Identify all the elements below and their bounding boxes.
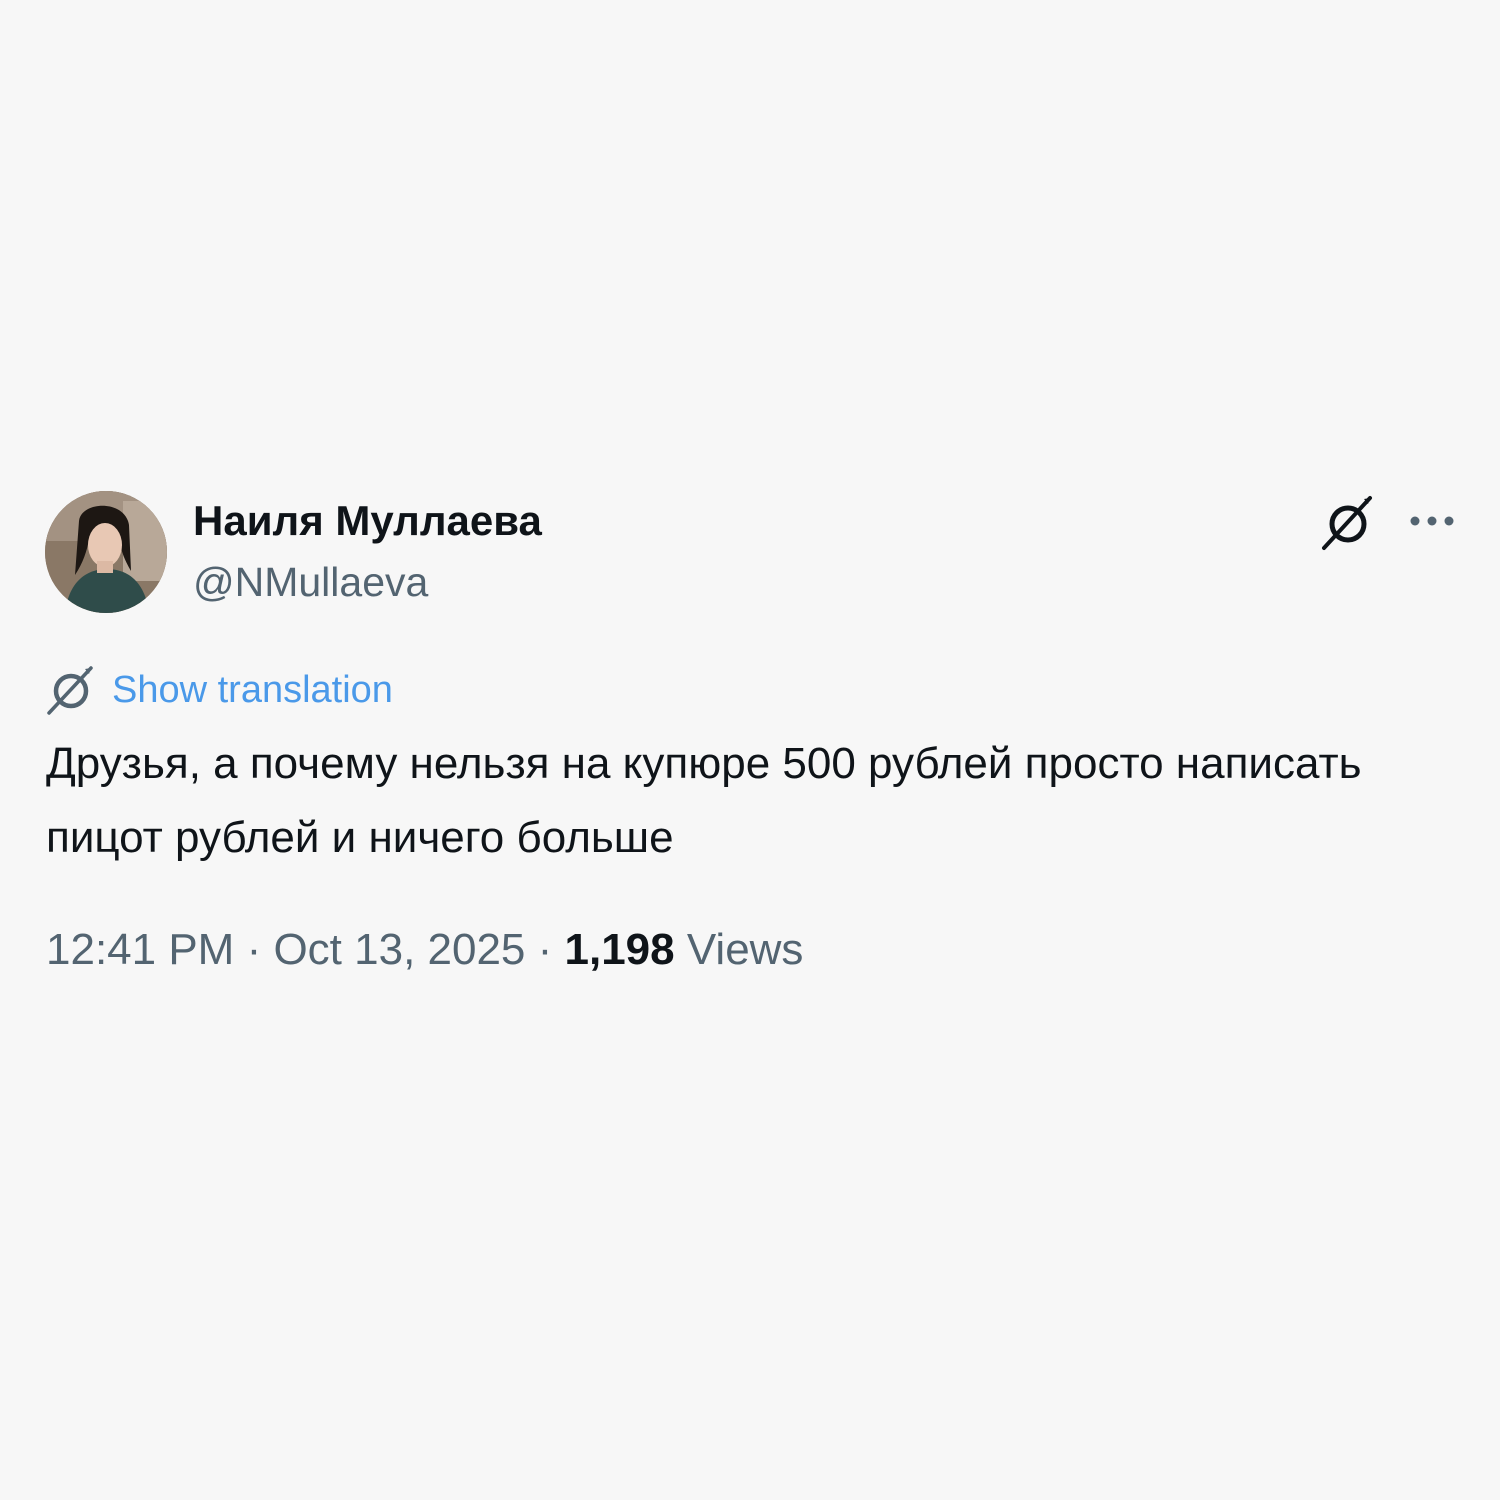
views-label: Views <box>686 925 804 974</box>
avatar[interactable] <box>45 491 167 613</box>
tweet-text: Друзья, а почему нельзя на купюре 500 ру… <box>46 739 1362 862</box>
tweet-time[interactable]: 12:41 PM <box>46 925 234 974</box>
tweet-meta: 12:41 PM · Oct 13, 2025 · 1,198 Views <box>46 922 803 978</box>
profile-photo-icon <box>45 491 167 613</box>
show-translation-link[interactable]: Show translation <box>46 664 393 716</box>
author-handle[interactable]: @NMullaeva <box>193 557 428 607</box>
author-display-name[interactable]: Наиля Муллаева <box>193 496 542 546</box>
tweet-date[interactable]: Oct 13, 2025 <box>273 925 525 974</box>
meta-separator: · <box>525 925 565 974</box>
grok-icon <box>46 664 98 716</box>
grok-icon <box>1322 496 1372 550</box>
tweet-card: Наиля Муллаева @NMullaeva Show translati… <box>0 0 1500 1500</box>
more-options-button[interactable] <box>1404 500 1460 542</box>
more-horizontal-icon <box>1410 516 1454 526</box>
show-translation-label: Show translation <box>112 669 393 711</box>
views-count[interactable]: 1,198 <box>565 925 675 974</box>
grok-button[interactable] <box>1320 494 1378 552</box>
meta-separator: · <box>234 925 274 974</box>
